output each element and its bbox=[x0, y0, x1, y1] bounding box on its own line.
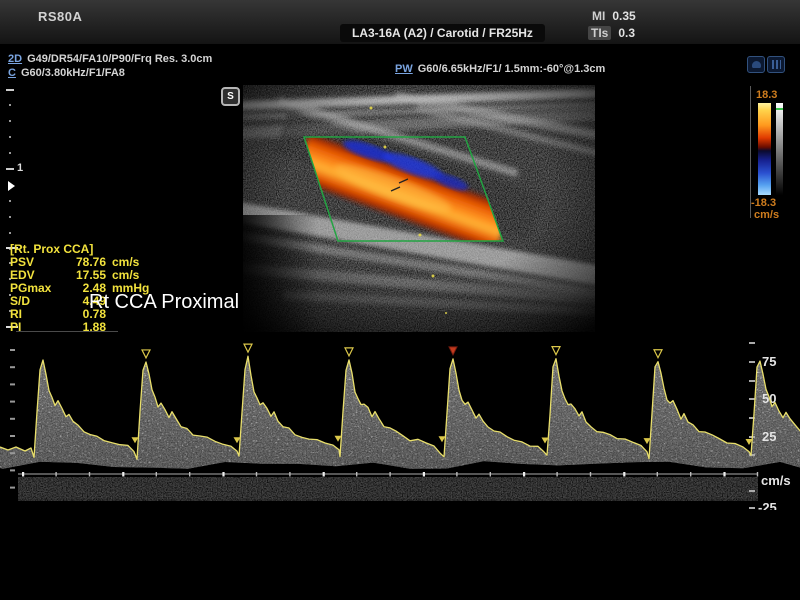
peak-marker bbox=[244, 344, 252, 352]
color-scale-unit: cm/s bbox=[754, 209, 779, 221]
meas-unit bbox=[106, 321, 149, 334]
ultrasound-screen: RS80A LA3-16A (A2) / Carotid / FR25Hz MI… bbox=[0, 0, 800, 600]
b-mode-label[interactable]: 2D bbox=[8, 53, 22, 65]
pw-mode-label[interactable]: PW bbox=[395, 63, 413, 75]
annotation-text: Rt CCA Proximal bbox=[89, 291, 239, 314]
system-name: RS80A bbox=[38, 9, 82, 24]
mi-readout: MI 0.35 bbox=[592, 9, 636, 23]
tis-label: TIs bbox=[588, 26, 611, 40]
selected-peak-marker bbox=[449, 347, 457, 355]
velocity-unit-label: cm/s bbox=[761, 473, 791, 488]
color-mode-params-line: C G60/3.80kHz/F1/FA8 bbox=[8, 67, 125, 79]
sweep-indicator bbox=[16, 331, 118, 332]
mi-value: 0.35 bbox=[612, 9, 635, 23]
pw-mode-params: G60/6.65kHz/F1/ 1.5mm:-60°@1.3cm bbox=[418, 63, 606, 75]
b-mode-params: G49/DR54/FA10/P90/Frq Res. 3.0cm bbox=[27, 53, 212, 65]
probe-preset-strip[interactable]: LA3-16A (A2) / Carotid / FR25Hz bbox=[340, 24, 545, 42]
peak-marker bbox=[552, 347, 560, 355]
gray-scale-bar bbox=[776, 103, 783, 195]
velocity-label-neg25: -25 bbox=[758, 500, 777, 510]
peak-marker bbox=[345, 348, 353, 356]
velocity-label-75: 75 bbox=[762, 354, 776, 369]
tis-value: 0.3 bbox=[618, 26, 635, 40]
color-scale-max: 18.3 bbox=[756, 89, 777, 101]
probe-icon[interactable] bbox=[747, 56, 765, 73]
title-bar: RS80A LA3-16A (A2) / Carotid / FR25Hz MI… bbox=[0, 0, 800, 45]
color-mode-params: G60/3.80kHz/F1/FA8 bbox=[21, 67, 125, 79]
measurement-results-panel: [Rt. Prox CCA] PSV78.76cm/s EDV17.55cm/s… bbox=[10, 243, 149, 334]
depth-label: 1 bbox=[17, 162, 23, 174]
b-mode-params-line: 2D G49/DR54/FA10/P90/Frq Res. 3.0cm bbox=[8, 53, 212, 65]
depth-tick-major bbox=[6, 89, 14, 91]
tis-readout: TIs 0.3 bbox=[588, 26, 635, 40]
depth-ticks-minor bbox=[9, 104, 11, 156]
orientation-marker-badge[interactable]: S bbox=[221, 87, 240, 106]
peak-marker bbox=[654, 350, 662, 358]
pw-mode-params-line: PW G60/6.65kHz/F1/ 1.5mm:-60°@1.3cm bbox=[395, 63, 605, 75]
color-scale-min: -18.3 bbox=[751, 197, 776, 209]
left-velocity-ticks bbox=[10, 349, 15, 489]
body-marker-icon-glyph bbox=[772, 60, 781, 69]
spectral-display: 75 50 25 cm/s -25 bbox=[0, 335, 800, 510]
focus-marker-icon[interactable] bbox=[8, 181, 15, 191]
gray-scale-marker bbox=[776, 108, 783, 110]
probe-icon-glyph bbox=[752, 61, 761, 68]
velocity-label-25: 25 bbox=[762, 429, 776, 444]
measurement-row: PI1.88 bbox=[10, 321, 149, 334]
meas-value: 1.88 bbox=[60, 321, 106, 334]
body-marker-icon[interactable] bbox=[767, 56, 785, 73]
color-mode-label[interactable]: C bbox=[8, 67, 16, 79]
b-mode-image bbox=[243, 85, 595, 332]
peak-marker bbox=[142, 350, 150, 358]
color-scale-bar bbox=[758, 103, 771, 195]
mi-label: MI bbox=[592, 9, 605, 23]
depth-tick-major bbox=[6, 168, 14, 170]
meas-label: PI bbox=[10, 321, 60, 334]
